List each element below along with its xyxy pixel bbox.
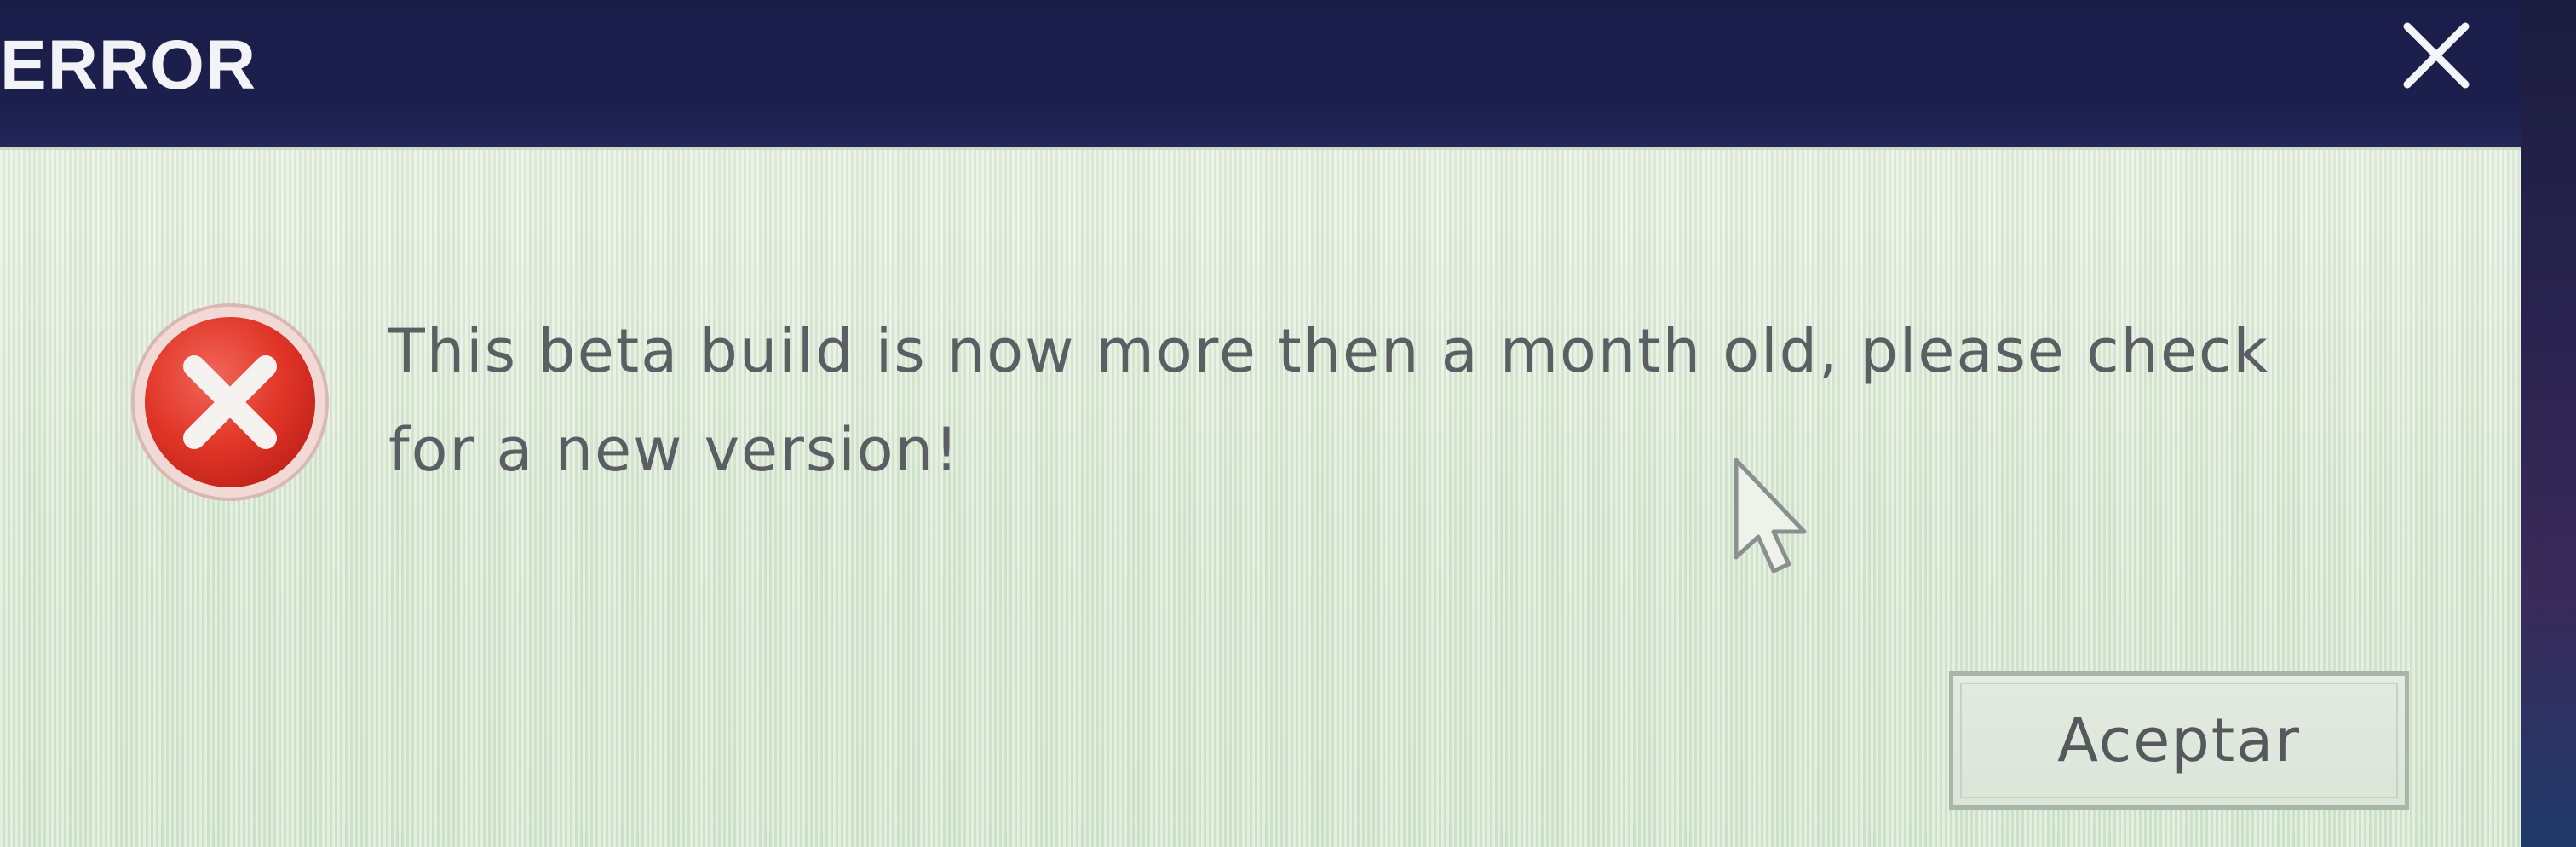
window-title: ERROR [0, 26, 257, 104]
screen: ERROR This beta build is now more then a… [0, 0, 2576, 847]
close-icon [2403, 22, 2470, 89]
title-bar[interactable]: ERROR [0, 0, 2521, 147]
error-icon [131, 303, 329, 501]
accept-button[interactable]: Aceptar [1949, 671, 2409, 810]
mouse-cursor-icon [1734, 458, 1807, 573]
error-message: This beta build is now more then a month… [388, 316, 2270, 485]
close-button[interactable] [2368, 0, 2504, 111]
dialog-body: This beta build is now more then a month… [0, 147, 2521, 847]
error-dialog: ERROR This beta build is now more then a… [0, 0, 2521, 847]
desktop-edge [2516, 0, 2576, 847]
